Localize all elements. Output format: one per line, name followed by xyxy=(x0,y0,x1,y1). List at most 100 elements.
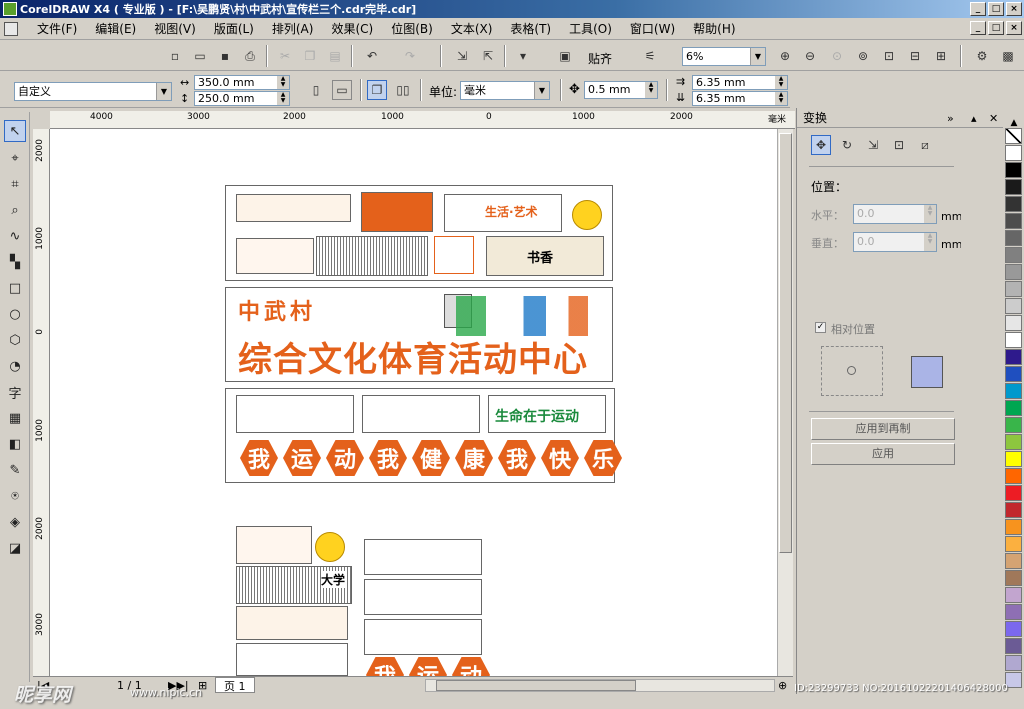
zoom-height-icon[interactable]: ⊞ xyxy=(931,46,951,66)
vertical-ruler[interactable]: 2000 1000 0 1000 2000 3000 xyxy=(33,129,50,676)
color-swatch[interactable] xyxy=(1005,349,1022,365)
color-swatch[interactable] xyxy=(1005,604,1022,620)
zoom-page-icon[interactable]: ⊡ xyxy=(879,46,899,66)
portrait-icon[interactable]: ▯ xyxy=(306,80,326,100)
artwork-loose-piece[interactable] xyxy=(364,579,482,615)
color-swatch[interactable] xyxy=(1005,502,1022,518)
maximize-button[interactable]: □ xyxy=(988,2,1004,16)
menu-bitmaps[interactable]: 位图(B) xyxy=(382,20,442,37)
docker-expand-icon[interactable]: » xyxy=(947,112,954,125)
color-swatch[interactable] xyxy=(1005,247,1022,263)
export-icon[interactable]: ⇱ xyxy=(478,46,498,66)
spin-arrows-icon[interactable]: ▲ ▼ xyxy=(645,82,657,98)
save-icon[interactable]: ▪ xyxy=(215,46,235,66)
page-preset-combo[interactable]: 自定义 ▼ xyxy=(14,82,172,101)
menu-table[interactable]: 表格(T) xyxy=(501,20,560,37)
color-swatch[interactable] xyxy=(1005,366,1022,382)
table-tool-icon[interactable]: ▦ xyxy=(4,407,26,429)
artwork-loose-piece[interactable] xyxy=(236,643,348,676)
color-swatch[interactable] xyxy=(1005,519,1022,535)
vertical-input[interactable]: 0.0 ▲ ▼ xyxy=(853,232,937,252)
color-swatch[interactable] xyxy=(1005,230,1022,246)
doc-restore-button[interactable]: □ xyxy=(988,21,1004,35)
freehand-tool-icon[interactable]: ∿ xyxy=(4,225,26,247)
all-pages-icon[interactable]: ❐ xyxy=(367,80,387,100)
pick-tool-icon[interactable]: ↖ xyxy=(4,120,26,142)
color-swatch[interactable] xyxy=(1005,179,1022,195)
color-swatch[interactable] xyxy=(1005,196,1022,212)
spin-arrows-icon[interactable]: ▲ ▼ xyxy=(277,76,289,89)
shape-tool-icon[interactable]: ⌖ xyxy=(4,147,26,169)
color-swatch[interactable] xyxy=(1005,451,1022,467)
artwork-panel[interactable] xyxy=(316,236,428,276)
menu-help[interactable]: 帮助(H) xyxy=(684,20,744,37)
smart-fill-tool-icon[interactable]: ▚ xyxy=(4,251,26,273)
artwork-panel[interactable] xyxy=(236,238,314,274)
polygon-tool-icon[interactable]: ⬡ xyxy=(4,329,26,351)
position-tab-icon[interactable]: ✥ xyxy=(811,135,831,155)
menu-tools[interactable]: 工具(O) xyxy=(560,20,621,37)
spin-arrows-icon[interactable]: ▲ ▼ xyxy=(775,92,787,105)
menu-edit[interactable]: 编辑(E) xyxy=(86,20,145,37)
navigator-icon[interactable]: ⊕ xyxy=(778,679,787,692)
artwork-panel[interactable]: 生活·艺术 xyxy=(444,194,562,232)
duplicate-y-input[interactable]: 6.35 mm ▲ ▼ xyxy=(692,91,788,106)
chevron-down-icon[interactable]: ▼ xyxy=(750,48,765,65)
page-tab-1[interactable]: 页 1 xyxy=(215,677,255,693)
color-swatch[interactable] xyxy=(1005,485,1022,501)
artwork-panel[interactable]: 书香 xyxy=(486,236,604,276)
artwork-loose-piece[interactable] xyxy=(364,619,482,655)
vertical-scrollbar[interactable] xyxy=(777,129,793,676)
ellipse-tool-icon[interactable]: ○ xyxy=(4,303,26,325)
zoom-tool-icon[interactable]: ⌕ xyxy=(4,199,26,221)
artwork-board-center[interactable]: 中武村 综合文化体育活动中心 xyxy=(225,287,613,382)
color-swatch[interactable] xyxy=(1005,298,1022,314)
rotate-tab-icon[interactable]: ↻ xyxy=(837,135,857,155)
anchor-grid[interactable] xyxy=(821,346,883,396)
crop-tool-icon[interactable]: ⌗ xyxy=(4,173,26,195)
scroll-thumb[interactable] xyxy=(436,680,636,691)
zoom-in-icon[interactable]: ⊕ xyxy=(775,46,795,66)
interactive-fill-tool-icon[interactable]: ◪ xyxy=(4,537,26,559)
color-swatch[interactable] xyxy=(1005,417,1022,433)
nudge-distance-input[interactable]: 0.5 mm ▲ ▼ xyxy=(584,81,658,99)
color-swatch[interactable] xyxy=(1005,264,1022,280)
landscape-icon[interactable]: ▭ xyxy=(332,80,352,100)
color-swatch[interactable] xyxy=(1005,332,1022,348)
undo-icon[interactable]: ↶ xyxy=(362,46,382,66)
horizontal-scrollbar[interactable] xyxy=(425,679,775,692)
document-icon[interactable] xyxy=(4,21,18,36)
chevron-down-icon[interactable]: ▼ xyxy=(156,83,171,100)
apply-button[interactable]: 应用 xyxy=(811,443,955,465)
spin-arrows-icon[interactable]: ▲ ▼ xyxy=(775,76,787,89)
close-button[interactable]: × xyxy=(1006,2,1022,16)
color-swatch[interactable] xyxy=(1005,553,1022,569)
scale-tab-icon[interactable]: ⇲ xyxy=(863,135,883,155)
spin-arrows-icon[interactable]: ▲ ▼ xyxy=(924,205,936,223)
color-swatch[interactable] xyxy=(1005,434,1022,450)
color-swatch[interactable] xyxy=(1005,281,1022,297)
chevron-down-icon[interactable]: ▼ xyxy=(534,82,549,99)
menu-file[interactable]: 文件(F) xyxy=(28,20,86,37)
paste-icon[interactable]: ▤ xyxy=(325,46,345,66)
new-file-icon[interactable]: ▫ xyxy=(165,46,185,66)
menu-layout[interactable]: 版面(L) xyxy=(205,20,263,37)
artwork-panel[interactable] xyxy=(236,194,351,222)
artwork-loose-piece[interactable]: 大学 xyxy=(236,566,352,604)
units-combo[interactable]: 毫米 ▼ xyxy=(460,81,550,100)
minimize-button[interactable]: _ xyxy=(970,2,986,16)
spin-arrows-icon[interactable]: ▲ ▼ xyxy=(924,233,936,251)
color-swatch[interactable] xyxy=(1005,400,1022,416)
spin-arrows-icon[interactable]: ▲ ▼ xyxy=(277,92,289,105)
zoom-level-combo[interactable]: 6% ▼ xyxy=(682,47,766,66)
color-swatch[interactable] xyxy=(1005,213,1022,229)
color-swatch[interactable] xyxy=(1005,638,1022,654)
artwork-panel[interactable] xyxy=(434,236,474,274)
snap-label[interactable]: 贴齐 xyxy=(588,50,612,67)
color-swatch[interactable] xyxy=(1005,536,1022,552)
horizontal-ruler[interactable]: 4000 3000 2000 1000 0 1000 2000 毫米 xyxy=(50,111,795,129)
menu-effects[interactable]: 效果(C) xyxy=(322,20,382,37)
interactive-blend-tool-icon[interactable]: ◧ xyxy=(4,433,26,455)
artwork-panel[interactable]: 生命在于运动 xyxy=(488,395,606,433)
relative-position-checkbox[interactable]: ✓ xyxy=(815,322,826,333)
